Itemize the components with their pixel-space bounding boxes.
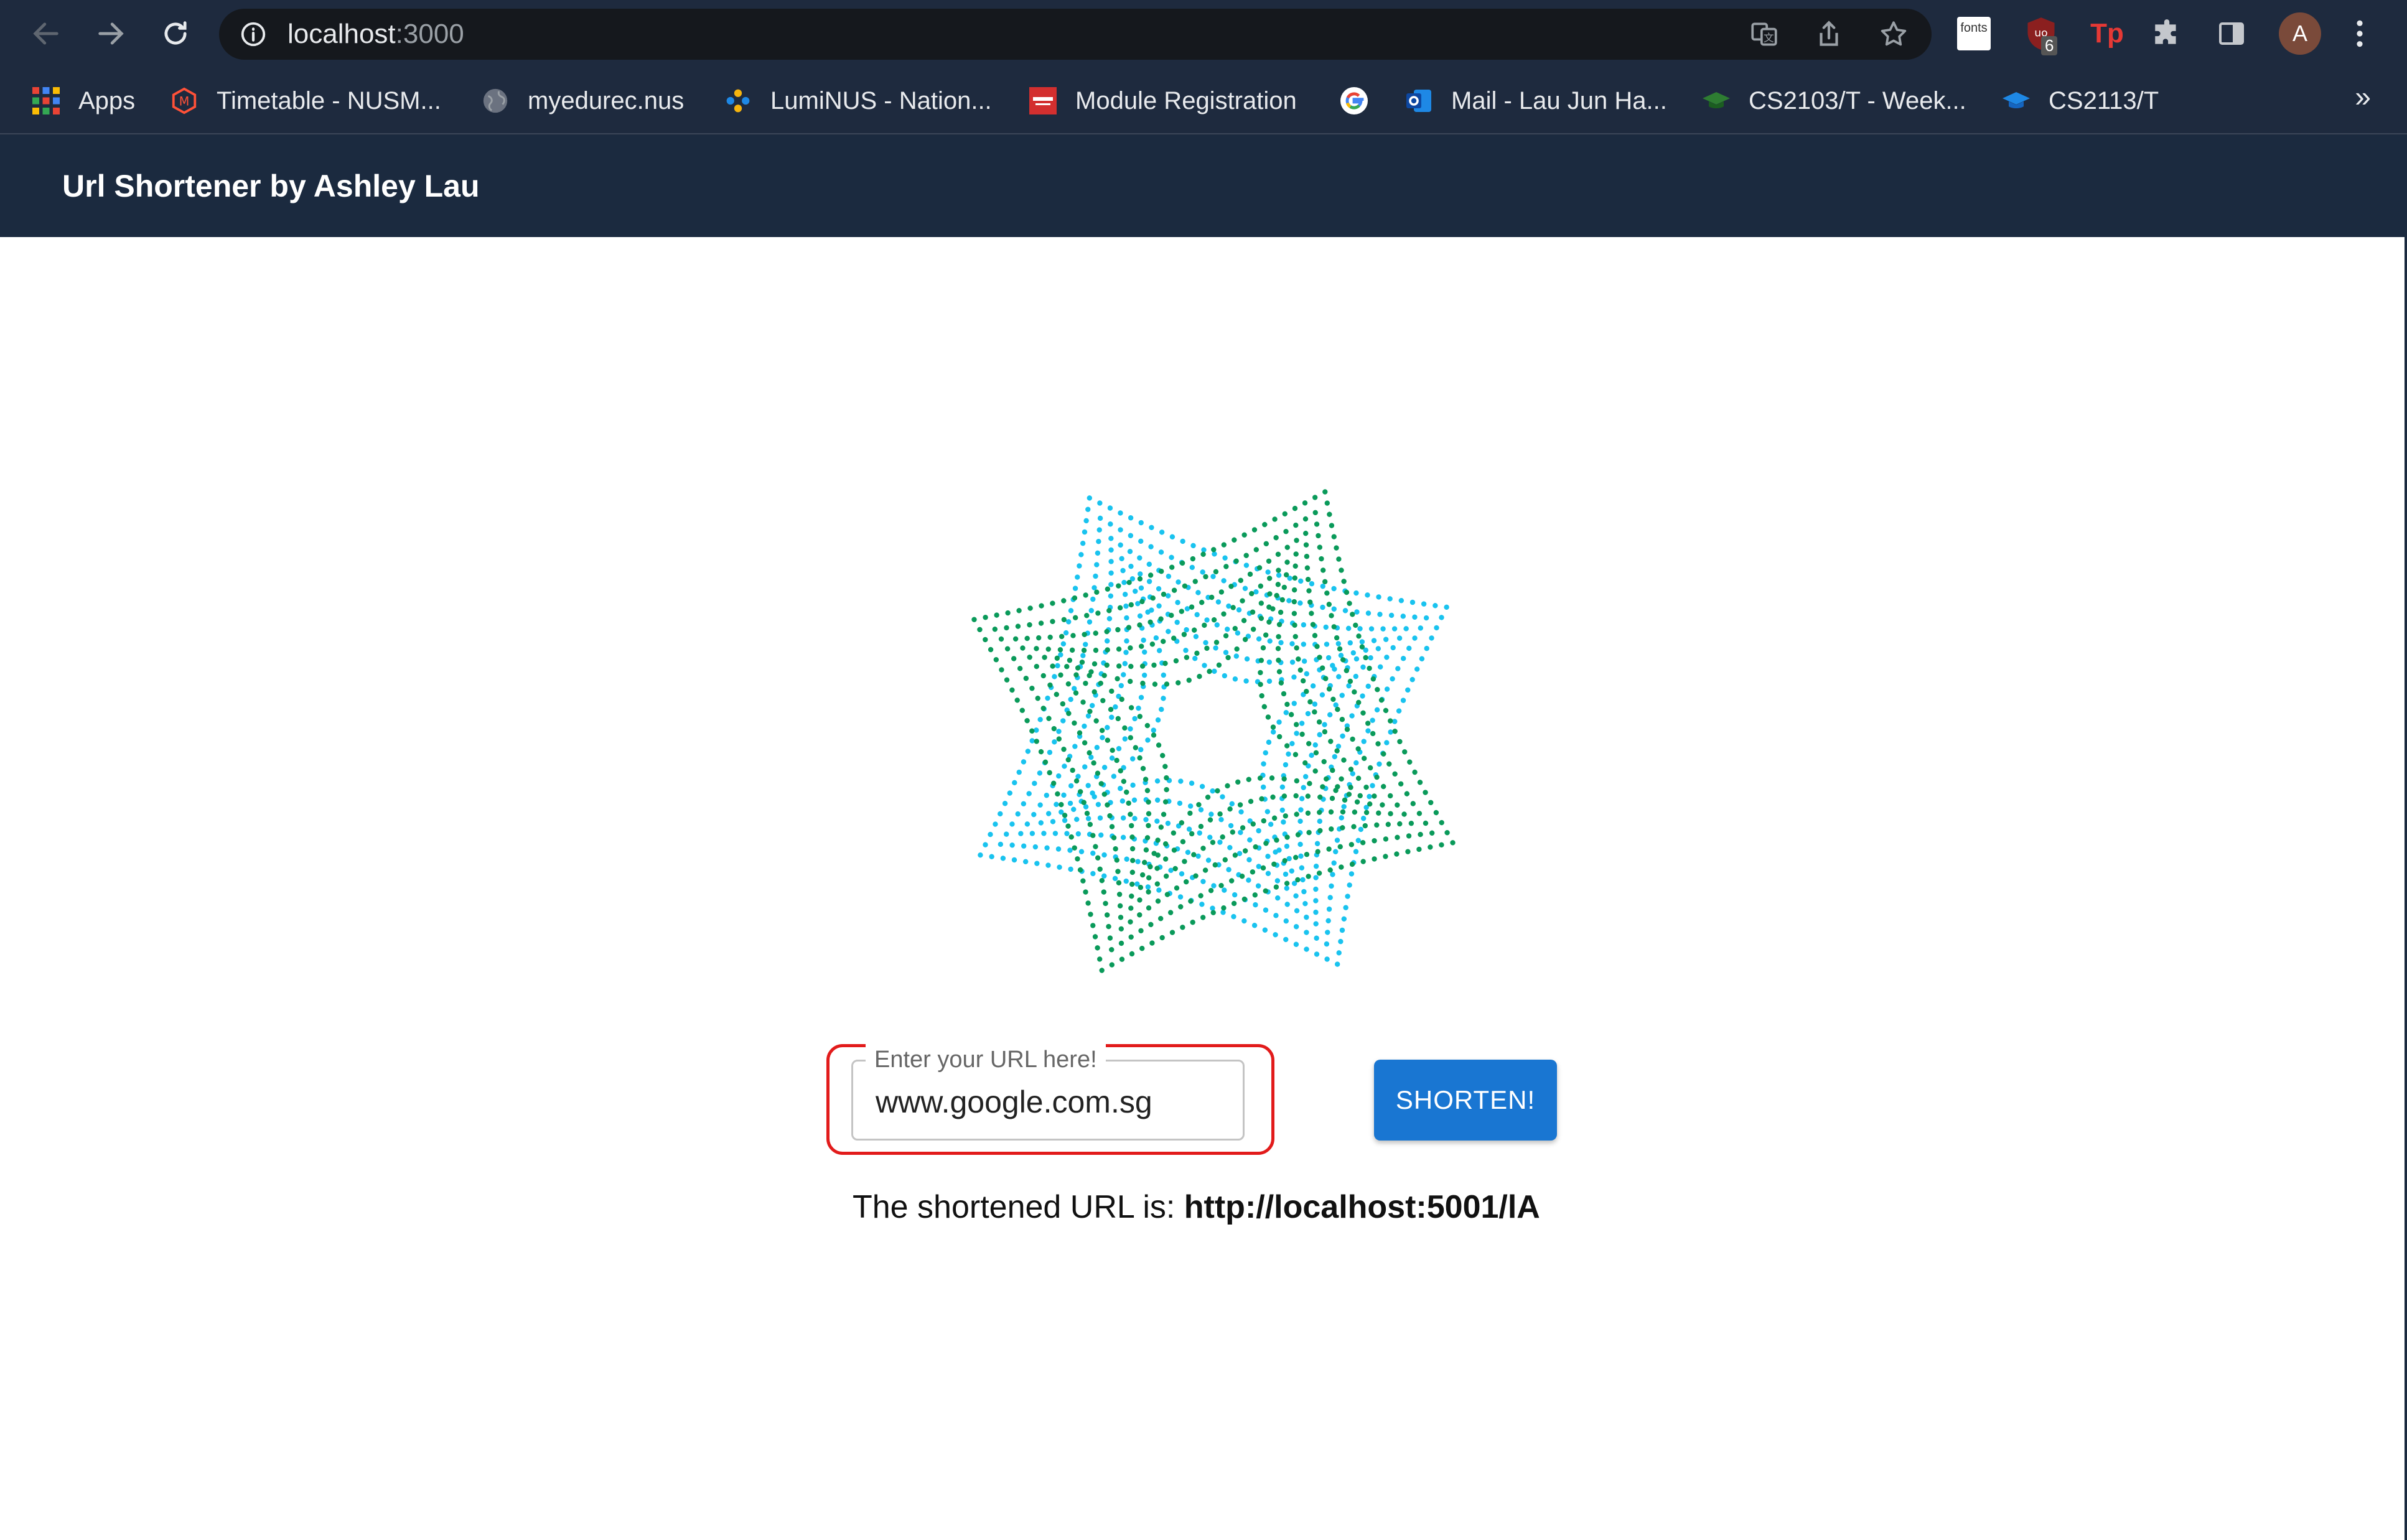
url-port: :3000 (395, 19, 464, 49)
arrow-right-icon (98, 22, 124, 45)
ublock-badge: 6 (2041, 36, 2058, 55)
svg-text:M: M (179, 95, 190, 109)
oracle-icon (1028, 86, 1058, 116)
apps-grid-icon (31, 86, 61, 116)
kebab-menu-icon (2357, 20, 2363, 47)
url-host: localhost (287, 19, 396, 49)
bookmark-label: myedurec.nus (528, 86, 685, 114)
bookmark-label: Mail - Lau Jun Ha... (1451, 86, 1667, 114)
extension-tp[interactable]: Tp (2088, 15, 2126, 52)
share-icon[interactable] (1813, 19, 1844, 50)
bookmark-cs2113[interactable]: CS2113/T (2001, 82, 2159, 119)
nusmods-icon: M (169, 86, 199, 116)
bookmark-label: Timetable - NUSM... (217, 86, 441, 114)
side-panel-button[interactable] (2213, 15, 2250, 52)
graduation-cap-icon (1701, 86, 1731, 116)
result-text: The shortened URL is: http://localhost:5… (853, 1188, 1540, 1226)
avatar: A (2279, 12, 2321, 55)
url-text-field[interactable]: Enter your URL here! (851, 1044, 1245, 1141)
luminus-icon (723, 86, 753, 116)
bookmark-label: CS2103/T - Week... (1749, 86, 1966, 114)
graduation-cap-icon (2001, 86, 2031, 116)
shorten-button[interactable]: SHORTEN! (1374, 1060, 1557, 1141)
outlook-icon (1404, 86, 1434, 116)
back-button[interactable] (26, 14, 66, 54)
bookmark-cs2103[interactable]: CS2103/T - Week... (1701, 82, 1966, 119)
bookmark-label: Apps (78, 86, 136, 114)
logo-dot-ring (971, 489, 1456, 973)
bookmark-luminus[interactable]: LumiNUS - Nation... (723, 82, 992, 119)
app-header: Url Shortener by Ashley Lau (0, 135, 2407, 237)
svg-text:文: 文 (1764, 32, 1774, 44)
url-field-label: Enter your URL here! (866, 1044, 1106, 1075)
bookmarks-bar: Apps M Timetable - NUSM... myedurec.nus L… (0, 67, 2407, 134)
bookmark-timetable[interactable]: M Timetable - NUSM... (169, 82, 441, 119)
bookmark-label: Module Registration (1075, 86, 1297, 114)
browser-chrome: localhost:3000 文 fonts uo 6 Tp A Apps M … (0, 0, 2407, 135)
reload-icon (164, 21, 187, 45)
bookmark-label: LumiNUS - Nation... (770, 86, 992, 114)
url-text[interactable]: localhost:3000 (287, 9, 464, 60)
bookmark-myedurec[interactable]: myedurec.nus (480, 82, 684, 119)
arrow-left-icon (33, 22, 58, 45)
shortened-url[interactable]: http://localhost:5001/lA (1184, 1189, 1540, 1225)
globe-icon (480, 86, 510, 116)
window-edge (2405, 135, 2407, 1540)
url-input[interactable] (876, 1080, 1224, 1124)
app-title: Url Shortener by Ashley Lau (62, 169, 480, 203)
fonts-extension-icon: fonts (1957, 17, 1991, 50)
profile-avatar[interactable]: A (2278, 11, 2322, 56)
address-bar[interactable]: localhost:3000 文 (219, 9, 1932, 60)
forward-button[interactable] (91, 14, 131, 54)
puzzle-icon (2155, 19, 2176, 44)
browser-toolbar: localhost:3000 文 fonts uo 6 Tp A (0, 0, 2407, 67)
spinning-logo-graphic (971, 489, 1456, 973)
google-icon (1339, 86, 1369, 116)
result-prefix: The shortened URL is: (853, 1189, 1184, 1225)
side-panel-icon (2219, 22, 2244, 45)
bookmark-label: CS2113/T (2049, 86, 2159, 114)
bookmark-apps[interactable]: Apps (31, 82, 135, 119)
extension-ublock[interactable]: uo 6 (2022, 15, 2060, 55)
logo-dot-ring (978, 495, 1449, 967)
bookmarks-overflow-button[interactable]: » (2355, 80, 2371, 113)
browser-menu-button[interactable] (2341, 15, 2378, 52)
bookmark-outlook-mail[interactable]: Mail - Lau Jun Ha... (1404, 82, 1667, 119)
bookmark-google[interactable] (1339, 82, 1386, 119)
bookmark-module-registration[interactable]: Module Registration (1028, 82, 1297, 119)
extensions-button[interactable] (2148, 15, 2185, 52)
star-icon[interactable] (1878, 19, 1909, 50)
reload-button[interactable] (156, 14, 195, 54)
tp-extension-icon: Tp (2090, 18, 2124, 49)
extension-fonts[interactable]: fonts (1955, 15, 1993, 52)
translate-icon[interactable]: 文 (1749, 19, 1780, 50)
info-icon[interactable] (239, 20, 268, 49)
